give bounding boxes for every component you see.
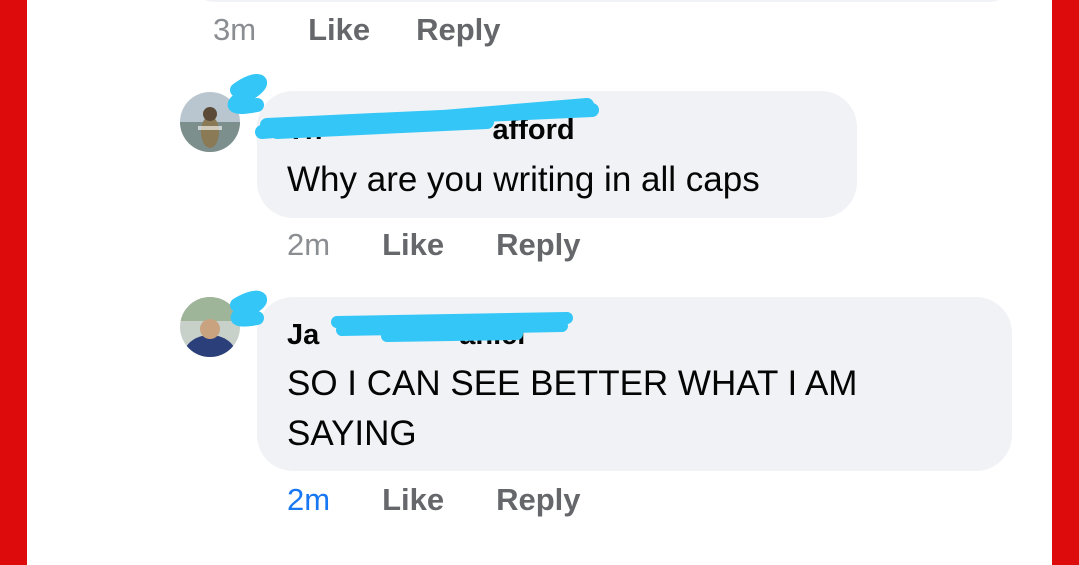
like-button[interactable]: Like (382, 229, 444, 260)
comment-actions: 2m Like Reply (287, 484, 581, 515)
comment-time[interactable]: 2m (287, 484, 330, 515)
avatar[interactable] (180, 297, 240, 357)
author-name-start: Th (287, 114, 323, 146)
comment-time[interactable]: 2m (287, 229, 330, 260)
comment-author[interactable]: Ja aniel (287, 319, 525, 352)
comment-bubble: Th afford Why are you writing in all caps (257, 91, 857, 218)
comment-author[interactable]: Th afford (287, 114, 575, 147)
like-button[interactable]: Like (308, 14, 370, 45)
author-name-end: afford (492, 114, 575, 146)
reply-button[interactable]: Reply (496, 229, 580, 260)
comment-text-line-2: SAYING (287, 414, 417, 453)
avatar-photo-icon (180, 297, 240, 357)
previous-comment-bubble (187, 0, 1017, 2)
previous-comment-actions: 3m Like Reply (213, 14, 501, 45)
reply-button[interactable]: Reply (416, 14, 500, 45)
author-name-end: aniel (459, 319, 526, 351)
author-name-start: Ja (287, 319, 320, 351)
avatar[interactable] (180, 92, 240, 152)
reply-button[interactable]: Reply (496, 484, 580, 515)
comment-actions: 2m Like Reply (287, 229, 581, 260)
like-button[interactable]: Like (382, 484, 444, 515)
comment-time[interactable]: 3m (213, 14, 256, 45)
comment-text-line-1: SO I CAN SEE BETTER WHAT I AM (287, 364, 858, 403)
comment-text: Why are you writing in all caps (287, 160, 760, 199)
avatar-photo-icon (180, 92, 240, 152)
comment-thread: 3m Like Reply Th afford Why are you writi… (27, 0, 1052, 565)
comment-bubble: Ja aniel SO I CAN SEE BETTER WHAT I AM SA… (257, 297, 1012, 471)
